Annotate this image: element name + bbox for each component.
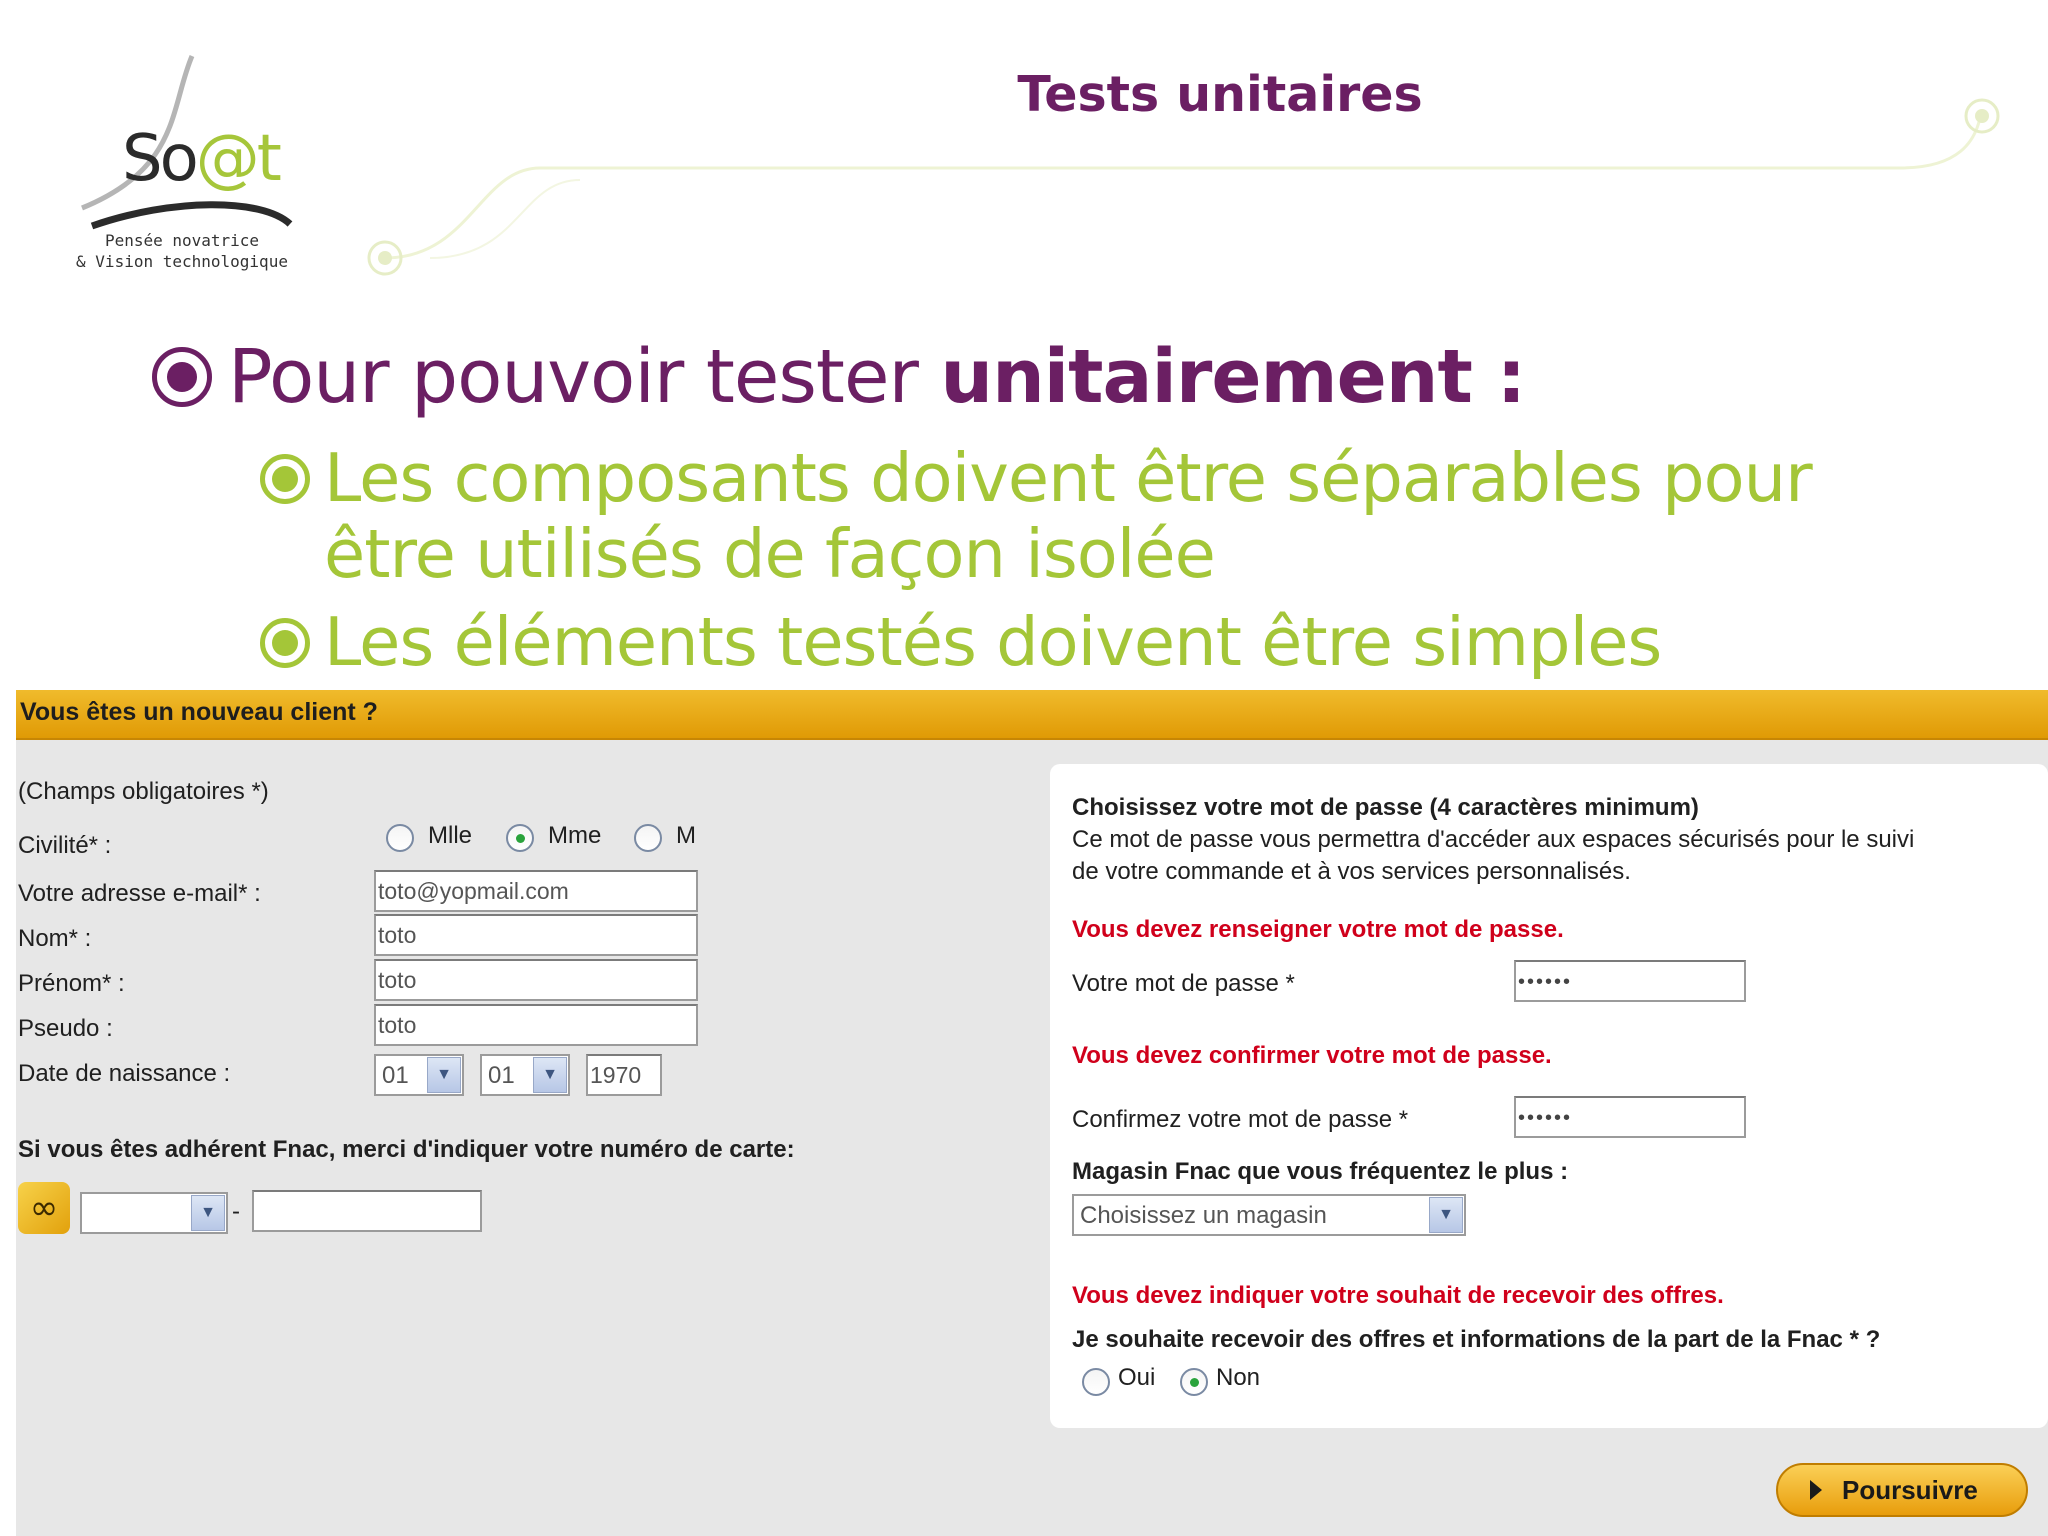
- nom-field[interactable]: toto: [374, 914, 698, 956]
- sub-bullet: Les éléments testés doivent être simples: [260, 604, 1960, 680]
- sub-bullet-text: Les éléments testés doivent être simples: [324, 603, 1662, 681]
- radio-m[interactable]: [634, 824, 662, 852]
- password-panel: Choisissez votre mot de passe (4 caractè…: [1050, 764, 2048, 1428]
- poursuivre-button[interactable]: Poursuivre: [1776, 1463, 2028, 1517]
- radio-oui-label: Oui: [1118, 1364, 1156, 1391]
- sub-bullet: Les composants doivent être séparables p…: [260, 440, 1960, 592]
- password-panel-desc-2: de votre commande et à vos services pers…: [1072, 858, 1631, 885]
- nom-label: Nom* :: [18, 925, 92, 952]
- prenom-field[interactable]: toto: [374, 959, 698, 1001]
- poursuivre-label: Poursuivre: [1842, 1474, 1978, 1505]
- sub-bullet-text: Les composants doivent être séparables p…: [324, 439, 1813, 593]
- radio-non-label: Non: [1216, 1364, 1261, 1391]
- soat-logo: So@t Pensée novatrice & Vision technolog…: [62, 48, 322, 278]
- main-bullet-text: Pour pouvoir tester unitairement :: [228, 334, 1526, 420]
- store-label: Magasin Fnac que vous fréquentez le plus…: [1072, 1158, 1569, 1185]
- radio-mme-label: Mme: [548, 822, 602, 849]
- chevron-down-icon[interactable]: ▼: [1429, 1197, 1463, 1233]
- fnac-card-icon: ∞: [18, 1182, 70, 1234]
- fnac-card-label: Si vous êtes adhérent Fnac, merci d'indi…: [18, 1136, 795, 1163]
- pseudo-label: Pseudo :: [18, 1015, 113, 1042]
- offers-label: Je souhaite recevoir des offres et infor…: [1072, 1326, 1881, 1353]
- password-label: Votre mot de passe *: [1072, 970, 1295, 997]
- store-select-value: Choisissez un magasin: [1080, 1202, 1327, 1229]
- prenom-label: Prénom* :: [18, 970, 125, 997]
- play-icon: [1810, 1480, 1822, 1500]
- chevron-down-icon[interactable]: ▼: [533, 1057, 567, 1093]
- fnac-card-prefix-select[interactable]: ▼: [80, 1192, 228, 1234]
- logo-wordmark: So@t: [122, 122, 282, 196]
- pseudo-field[interactable]: toto: [374, 1004, 698, 1046]
- confirm-error: Vous devez confirmer votre mot de passe.: [1072, 1042, 1552, 1069]
- radio-mme[interactable]: [506, 824, 534, 852]
- chevron-down-icon[interactable]: ▼: [191, 1195, 225, 1231]
- email-label: Votre adresse e-mail* :: [18, 880, 261, 907]
- offers-error: Vous devez indiquer votre souhait de rec…: [1072, 1282, 1724, 1309]
- bullet-icon: [260, 618, 310, 668]
- birth-day-value: 01: [382, 1062, 409, 1089]
- main-bullet: Pour pouvoir tester unitairement :: [152, 334, 1526, 420]
- radio-mlle-label: Mlle: [428, 822, 473, 849]
- chevron-down-icon[interactable]: ▼: [427, 1057, 461, 1093]
- radio-oui[interactable]: [1082, 1368, 1110, 1396]
- password-field[interactable]: ••••••: [1514, 960, 1746, 1002]
- bullet-icon: [152, 347, 212, 407]
- bullet-icon: [260, 454, 310, 504]
- email-field[interactable]: toto@yopmail.com: [374, 870, 698, 912]
- required-note: (Champs obligatoires *): [18, 778, 269, 805]
- birthdate-label: Date de naissance :: [18, 1060, 231, 1087]
- fnac-card-number-field[interactable]: [252, 1190, 482, 1232]
- civilite-label: Civilité* :: [18, 832, 112, 859]
- password-panel-title: Choisissez votre mot de passe (4 caractè…: [1072, 794, 1699, 821]
- birth-month-select[interactable]: 01 ▼: [480, 1054, 570, 1096]
- birth-month-value: 01: [488, 1062, 515, 1089]
- password-panel-desc-1: Ce mot de passe vous permettra d'accéder…: [1072, 826, 1915, 853]
- logo-tagline: Pensée novatrice & Vision technologique: [76, 231, 288, 271]
- slide-title: Tests unitaires: [1017, 66, 1423, 123]
- birth-day-select[interactable]: 01 ▼: [374, 1054, 464, 1096]
- confirm-password-field[interactable]: ••••••: [1514, 1096, 1746, 1138]
- birth-year-field[interactable]: 1970: [586, 1054, 662, 1096]
- radio-m-label: M: [676, 822, 696, 849]
- confirm-label: Confirmez votre mot de passe *: [1072, 1106, 1409, 1133]
- password-error: Vous devez renseigner votre mot de passe…: [1072, 916, 1564, 943]
- form-header-bar: Vous êtes un nouveau client ?: [16, 690, 2048, 740]
- form-header-title: Vous êtes un nouveau client ?: [20, 698, 378, 726]
- radio-mlle[interactable]: [386, 824, 414, 852]
- radio-non[interactable]: [1180, 1368, 1208, 1396]
- signup-form-screenshot: Vous êtes un nouveau client ? (Champs ob…: [16, 690, 2048, 1536]
- store-select[interactable]: Choisissez un magasin ▼: [1072, 1194, 1466, 1236]
- fnac-card-separator: -: [232, 1198, 240, 1225]
